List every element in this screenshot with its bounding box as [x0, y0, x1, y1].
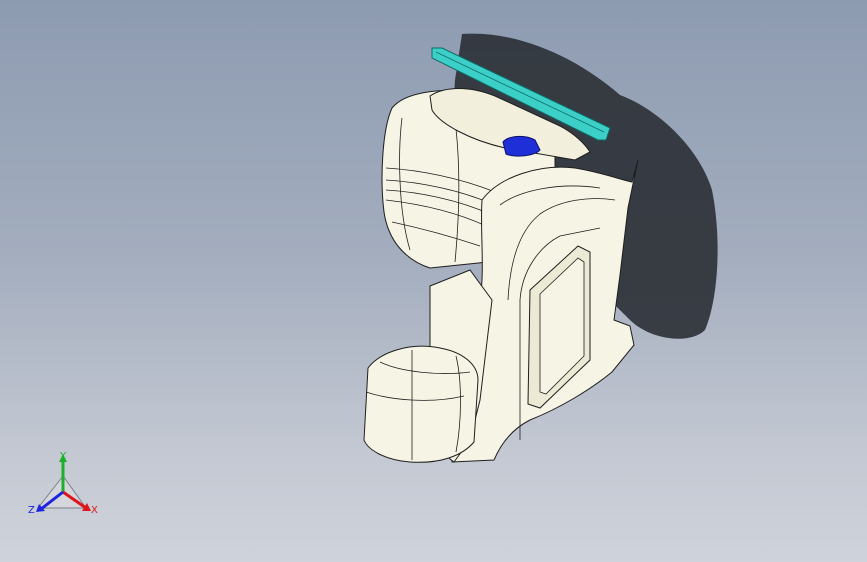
- axis-triad: X Y Z: [22, 448, 104, 522]
- y-axis-label: Y: [60, 451, 67, 462]
- z-axis-label: Z: [28, 505, 35, 516]
- x-axis-label: X: [91, 505, 98, 516]
- graphics-viewport[interactable]: X Y Z: [0, 0, 867, 562]
- 3d-model[interactable]: [0, 0, 867, 562]
- front-bumper: [363, 345, 479, 463]
- top-handle: [502, 135, 541, 157]
